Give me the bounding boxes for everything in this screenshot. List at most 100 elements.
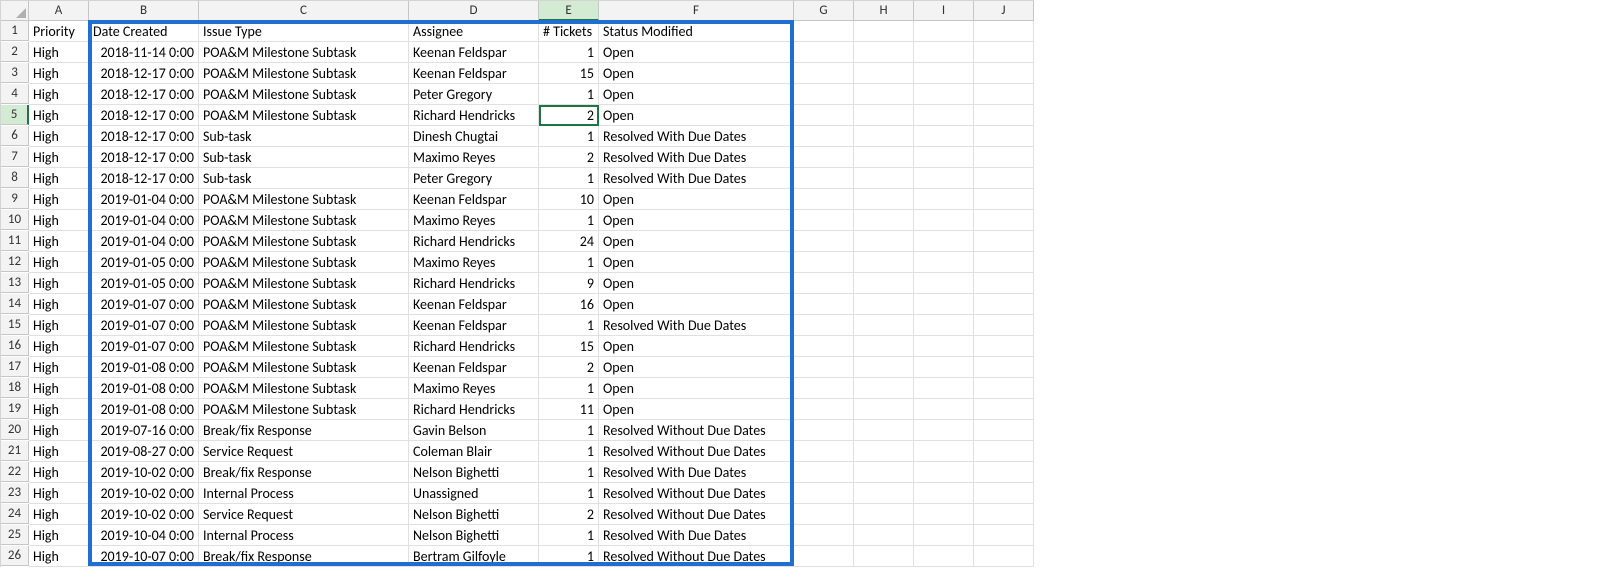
cell-B6[interactable]: 2018-12-17 0:00 [89, 126, 199, 147]
cell-E2[interactable]: 1 [539, 42, 599, 63]
cell-A23[interactable]: High [29, 483, 89, 504]
cell-H12[interactable] [854, 252, 914, 273]
cell-H7[interactable] [854, 147, 914, 168]
cell-F25[interactable]: Resolved With Due Dates [599, 525, 794, 546]
cell-B12[interactable]: 2019-01-05 0:00 [89, 252, 199, 273]
cell-A9[interactable]: High [29, 189, 89, 210]
cell-D26[interactable]: Bertram Gilfoyle [409, 546, 539, 567]
cell-B2[interactable]: 2018-11-14 0:00 [89, 42, 199, 63]
cell-J26[interactable] [974, 546, 1034, 567]
cell-J25[interactable] [974, 525, 1034, 546]
row-header-22[interactable]: 22 [1, 462, 29, 482]
cell-D15[interactable]: Keenan Feldspar [409, 315, 539, 336]
cell-D16[interactable]: Richard Hendricks [409, 336, 539, 357]
cell-E20[interactable]: 1 [539, 420, 599, 441]
cell-C2[interactable]: POA&M Milestone Subtask [199, 42, 409, 63]
cell-G9[interactable] [794, 189, 854, 210]
cell-B14[interactable]: 2019-01-07 0:00 [89, 294, 199, 315]
cell-G7[interactable] [794, 147, 854, 168]
cell-G16[interactable] [794, 336, 854, 357]
cell-B16[interactable]: 2019-01-07 0:00 [89, 336, 199, 357]
cell-F7[interactable]: Resolved With Due Dates [599, 147, 794, 168]
cell-H15[interactable] [854, 315, 914, 336]
cell-J5[interactable] [974, 105, 1034, 126]
cell-J1[interactable] [974, 21, 1034, 42]
row-header-18[interactable]: 18 [1, 378, 29, 398]
cell-F13[interactable]: Open [599, 273, 794, 294]
cell-J2[interactable] [974, 42, 1034, 63]
cell-J4[interactable] [974, 84, 1034, 105]
cell-J3[interactable] [974, 63, 1034, 84]
cell-I9[interactable] [914, 189, 974, 210]
cell-B19[interactable]: 2019-01-08 0:00 [89, 399, 199, 420]
cell-E8[interactable]: 1 [539, 168, 599, 189]
cell-C24[interactable]: Service Request [199, 504, 409, 525]
cell-B10[interactable]: 2019-01-04 0:00 [89, 210, 199, 231]
cell-B23[interactable]: 2019-10-02 0:00 [89, 483, 199, 504]
row-header-3[interactable]: 3 [1, 63, 29, 83]
cell-A14[interactable]: High [29, 294, 89, 315]
cell-C16[interactable]: POA&M Milestone Subtask [199, 336, 409, 357]
cell-F8[interactable]: Resolved With Due Dates [599, 168, 794, 189]
cell-J19[interactable] [974, 399, 1034, 420]
cell-F5[interactable]: Open [599, 105, 794, 126]
col-header-H[interactable]: H [854, 1, 914, 21]
cell-H24[interactable] [854, 504, 914, 525]
cell-C11[interactable]: POA&M Milestone Subtask [199, 231, 409, 252]
cell-E22[interactable]: 1 [539, 462, 599, 483]
cell-D5[interactable]: Richard Hendricks [409, 105, 539, 126]
cell-F12[interactable]: Open [599, 252, 794, 273]
cell-E11[interactable]: 24 [539, 231, 599, 252]
cell-E18[interactable]: 1 [539, 378, 599, 399]
cell-A26[interactable]: High [29, 546, 89, 567]
cell-C3[interactable]: POA&M Milestone Subtask [199, 63, 409, 84]
cell-H5[interactable] [854, 105, 914, 126]
cell-J14[interactable] [974, 294, 1034, 315]
cell-G3[interactable] [794, 63, 854, 84]
cell-F18[interactable]: Open [599, 378, 794, 399]
cell-B24[interactable]: 2019-10-02 0:00 [89, 504, 199, 525]
col-header-A[interactable]: A [29, 1, 89, 21]
cell-B21[interactable]: 2019-08-27 0:00 [89, 441, 199, 462]
cell-E26[interactable]: 1 [539, 546, 599, 567]
cell-E15[interactable]: 1 [539, 315, 599, 336]
cell-G20[interactable] [794, 420, 854, 441]
cell-A4[interactable]: High [29, 84, 89, 105]
cell-I6[interactable] [914, 126, 974, 147]
cell-H11[interactable] [854, 231, 914, 252]
row-header-15[interactable]: 15 [1, 315, 29, 335]
cell-C9[interactable]: POA&M Milestone Subtask [199, 189, 409, 210]
cell-I20[interactable] [914, 420, 974, 441]
cell-B17[interactable]: 2019-01-08 0:00 [89, 357, 199, 378]
cell-C21[interactable]: Service Request [199, 441, 409, 462]
row-header-4[interactable]: 4 [1, 84, 29, 104]
cell-C17[interactable]: POA&M Milestone Subtask [199, 357, 409, 378]
cell-D20[interactable]: Gavin Belson [409, 420, 539, 441]
cell-G22[interactable] [794, 462, 854, 483]
cell-A8[interactable]: High [29, 168, 89, 189]
col-header-D[interactable]: D [409, 1, 539, 21]
cell-J7[interactable] [974, 147, 1034, 168]
cell-G1[interactable] [794, 21, 854, 42]
cell-F22[interactable]: Resolved With Due Dates [599, 462, 794, 483]
cell-I17[interactable] [914, 357, 974, 378]
cell-G19[interactable] [794, 399, 854, 420]
row-header-23[interactable]: 23 [1, 483, 29, 503]
cell-C8[interactable]: Sub-task [199, 168, 409, 189]
cell-D14[interactable]: Keenan Feldspar [409, 294, 539, 315]
cell-E23[interactable]: 1 [539, 483, 599, 504]
cell-E19[interactable]: 11 [539, 399, 599, 420]
cell-B11[interactable]: 2019-01-04 0:00 [89, 231, 199, 252]
cell-A13[interactable]: High [29, 273, 89, 294]
row-header-17[interactable]: 17 [1, 357, 29, 377]
cell-E1[interactable]: # Tickets [539, 21, 599, 42]
cell-D23[interactable]: Unassigned [409, 483, 539, 504]
cell-C7[interactable]: Sub-task [199, 147, 409, 168]
cell-H8[interactable] [854, 168, 914, 189]
cell-H6[interactable] [854, 126, 914, 147]
cell-A25[interactable]: High [29, 525, 89, 546]
cell-J23[interactable] [974, 483, 1034, 504]
cell-G15[interactable] [794, 315, 854, 336]
row-header-7[interactable]: 7 [1, 147, 29, 167]
select-all-corner[interactable] [1, 1, 29, 21]
